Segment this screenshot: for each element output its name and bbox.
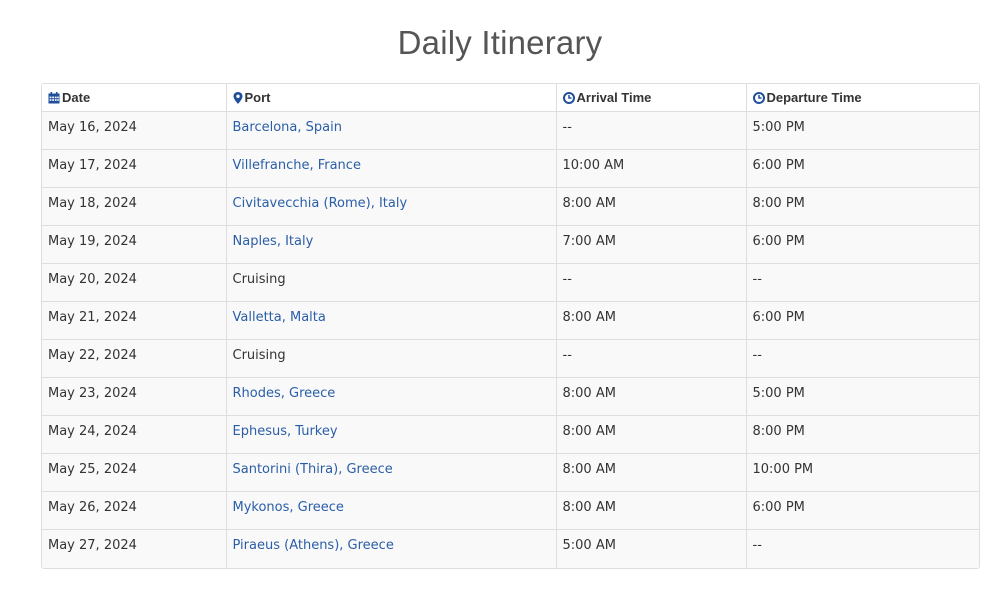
departure-time-cell: -- xyxy=(746,263,979,302)
arrival-time-cell: 8:00 AM xyxy=(556,415,747,454)
table-header-row: Date Port Arrival Time Departure Time xyxy=(42,84,979,112)
port-cell: Piraeus (Athens), Greece xyxy=(226,529,557,568)
column-header-date[interactable]: Date xyxy=(42,84,227,112)
date-cell: May 27, 2024 xyxy=(42,529,227,568)
port-link[interactable]: Villefranche, France xyxy=(233,158,361,173)
date-cell: May 21, 2024 xyxy=(42,301,227,340)
departure-time-cell: 5:00 PM xyxy=(746,111,979,150)
departure-time-cell: 6:00 PM xyxy=(746,301,979,340)
date-cell: May 23, 2024 xyxy=(42,377,227,416)
page-title: Daily Itinerary xyxy=(397,24,603,61)
port-cell: Valletta, Malta xyxy=(226,301,557,340)
table-row: May 25, 2024 Santorini (Thira), Greece 8:0… xyxy=(42,453,979,492)
map-pin-icon xyxy=(233,92,242,104)
table-row: May 27, 2024 Piraeus (Athens), Greece 5:00… xyxy=(42,529,979,568)
departure-time-cell: 6:00 PM xyxy=(746,491,979,530)
column-header-label: Departure Time xyxy=(766,90,862,105)
departure-time-cell: 5:00 PM xyxy=(746,377,979,416)
port-cell: Mykonos, Greece xyxy=(226,491,557,530)
table-row: May 20, 2024 Cruising -- -- xyxy=(42,263,979,302)
date-cell: May 16, 2024 xyxy=(42,111,227,150)
column-header-label: Port xyxy=(244,90,271,105)
port-label: Cruising xyxy=(232,272,286,287)
port-cell: Villefranche, France xyxy=(226,149,557,188)
table-row: May 18, 2024 Civitavecchia (Rome), Italy 8… xyxy=(42,187,979,226)
departure-time-cell: -- xyxy=(752,538,762,553)
departure-time-cell: 6:00 PM xyxy=(746,149,979,188)
port-link[interactable]: Santorini (Thira), Greece xyxy=(233,462,393,477)
port-cell: Civitavecchia (Rome), Italy xyxy=(226,187,557,226)
arrival-time-cell: 8:00 AM xyxy=(556,453,747,492)
column-header-label: Date xyxy=(62,90,91,105)
table-row: May 21, 2024 Valletta, Malta 8:00 AM 6:00 P… xyxy=(42,301,979,340)
column-header-arrival[interactable]: Arrival Time xyxy=(556,84,747,112)
arrival-time-cell: 5:00 AM xyxy=(556,529,747,568)
port-cell: Rhodes, Greece xyxy=(226,377,557,416)
port-link[interactable]: Valletta, Malta xyxy=(233,310,326,325)
table-row: May 16, 2024 Barcelona, Spain -- 5:00 PM xyxy=(42,111,979,150)
date-cell: May 25, 2024 xyxy=(42,453,227,492)
arrival-time-cell: 8:00 AM xyxy=(556,377,747,416)
clock-icon xyxy=(752,92,765,104)
port-cell: Cruising xyxy=(226,339,557,378)
port-cell: Santorini (Thira), Greece xyxy=(226,453,557,492)
table-body: May 16, 2024 Barcelona, Spain -- 5:00 PM May… xyxy=(42,111,979,568)
date-cell: May 24, 2024 xyxy=(42,415,227,454)
date-cell: May 26, 2024 xyxy=(42,491,227,530)
table-row: May 26, 2024 Mykonos, Greece 8:00 AM 6:00 P… xyxy=(42,491,979,530)
port-cell: Naples, Italy xyxy=(226,225,557,264)
port-link[interactable]: Rhodes, Greece xyxy=(233,386,336,401)
port-link[interactable]: Naples, Italy xyxy=(233,234,314,249)
port-cell: Ephesus, Turkey xyxy=(226,415,557,454)
column-header-port[interactable]: Port xyxy=(226,84,557,112)
port-link[interactable]: Civitavecchia (Rome), Italy xyxy=(233,196,408,211)
arrival-time-cell: -- xyxy=(556,263,747,302)
arrival-time-cell: 10:00 AM xyxy=(556,149,747,188)
arrival-time-cell: 8:00 AM xyxy=(556,301,747,340)
date-cell: May 19, 2024 xyxy=(42,225,227,264)
port-cell: Cruising xyxy=(226,263,557,302)
departure-time-cell: 6:00 PM xyxy=(746,225,979,264)
clock-icon xyxy=(562,92,575,104)
table-row: May 19, 2024 Naples, Italy 7:00 AM 6:00 PM xyxy=(42,225,979,264)
port-cell: Barcelona, Spain xyxy=(226,111,557,150)
table-row: May 23, 2024 Rhodes, Greece 8:00 AM 5:00 PM xyxy=(42,377,979,416)
departure-time-cell: -- xyxy=(746,339,979,378)
departure-time-cell: 8:00 PM xyxy=(746,415,979,454)
port-link[interactable]: Barcelona, Spain xyxy=(233,120,342,135)
column-header-label: Arrival Time xyxy=(576,90,652,105)
port-link[interactable]: Mykonos, Greece xyxy=(233,500,344,515)
table-row: May 22, 2024 Cruising -- -- xyxy=(42,339,979,378)
port-link[interactable]: Piraeus (Athens), Greece xyxy=(233,538,394,553)
departure-time-cell: 10:00 PM xyxy=(746,453,979,492)
date-cell: May 22, 2024 xyxy=(42,339,227,378)
table-row: May 17, 2024 Villefranche, France 10:00 AM… xyxy=(42,149,979,188)
date-cell: May 17, 2024 xyxy=(42,149,227,188)
port-label: Cruising xyxy=(232,348,286,363)
port-link[interactable]: Ephesus, Turkey xyxy=(233,424,338,439)
arrival-time-cell: 8:00 AM xyxy=(556,491,747,530)
column-header-departure[interactable]: Departure Time xyxy=(746,84,979,112)
date-cell: May 20, 2024 xyxy=(42,263,227,302)
table-row: May 24, 2024 Ephesus, Turkey 8:00 AM 8:00 P… xyxy=(42,415,979,454)
itinerary-table: Date Port Arrival Time Departure Time Ma… xyxy=(41,83,980,569)
calendar-icon xyxy=(48,92,60,104)
arrival-time-cell: -- xyxy=(556,111,747,150)
arrival-time-cell: 8:00 AM xyxy=(556,187,747,226)
departure-time-cell: 8:00 PM xyxy=(746,187,979,226)
arrival-time-cell: 7:00 AM xyxy=(556,225,747,264)
date-cell: May 18, 2024 xyxy=(42,187,227,226)
arrival-time-cell: -- xyxy=(556,339,747,378)
